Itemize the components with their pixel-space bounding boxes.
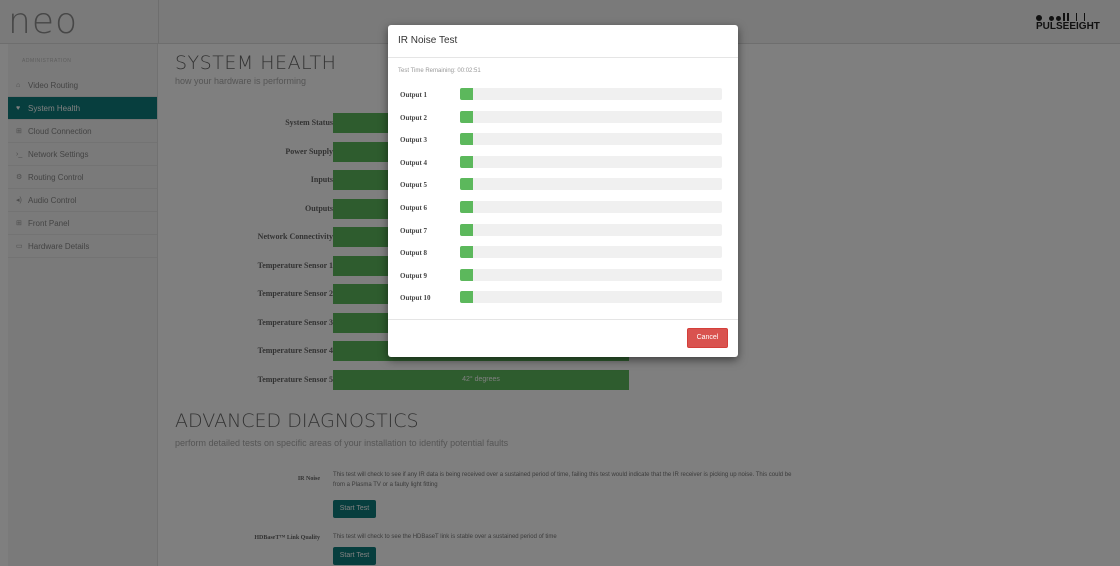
output-progress-bar (460, 155, 722, 168)
modal-title: IR Noise Test (388, 25, 738, 58)
output-progress-fill (460, 133, 474, 146)
output-row: Output 1 (388, 86, 738, 108)
output-row: Output 6 (388, 199, 738, 221)
output-label: Output 7 (400, 226, 428, 235)
cancel-button[interactable]: Cancel (687, 328, 728, 348)
output-label: Output 5 (400, 181, 428, 190)
output-progress-fill (460, 155, 474, 168)
output-label: Output 2 (400, 113, 428, 122)
test-time-remaining: Test Time Remaining: 00:02:51 (398, 68, 481, 74)
output-progress-fill (460, 178, 474, 191)
output-row: Output 9 (388, 267, 738, 289)
output-label: Output 1 (400, 91, 428, 99)
output-progress-fill (460, 291, 474, 304)
output-row: Output 5 (388, 176, 738, 198)
output-progress-bar (460, 110, 722, 123)
output-row: Output 10 (388, 289, 738, 311)
output-progress-fill (460, 201, 474, 213)
output-progress-bar (460, 246, 722, 259)
output-progress-fill (460, 223, 474, 236)
output-progress-fill (460, 88, 474, 100)
output-progress-bar (460, 268, 722, 281)
output-row: Output 4 (388, 154, 738, 176)
output-progress-bar (460, 178, 722, 191)
output-progress-bar (460, 133, 722, 146)
output-progress-fill (460, 246, 474, 259)
output-label: Output 4 (400, 158, 428, 167)
output-label: Output 8 (400, 249, 428, 258)
output-progress-bar (460, 201, 722, 213)
output-label: Output 9 (400, 271, 428, 280)
output-progress-bar (460, 88, 722, 100)
output-row: Output 7 (388, 222, 738, 244)
output-row: Output 2 (388, 109, 738, 131)
output-progress-bar (460, 291, 722, 304)
output-label: Output 6 (400, 204, 428, 212)
output-label: Output 3 (400, 136, 428, 145)
modal-footer: Cancel (388, 319, 738, 357)
output-progress-bar (460, 223, 722, 236)
output-progress-fill (460, 110, 474, 123)
output-progress-fill (460, 268, 474, 281)
output-row: Output 8 (388, 244, 738, 266)
output-row: Output 3 (388, 131, 738, 153)
output-label: Output 10 (400, 294, 431, 303)
ir-noise-test-modal: IR Noise Test Test Time Remaining: 00:02… (388, 25, 738, 357)
